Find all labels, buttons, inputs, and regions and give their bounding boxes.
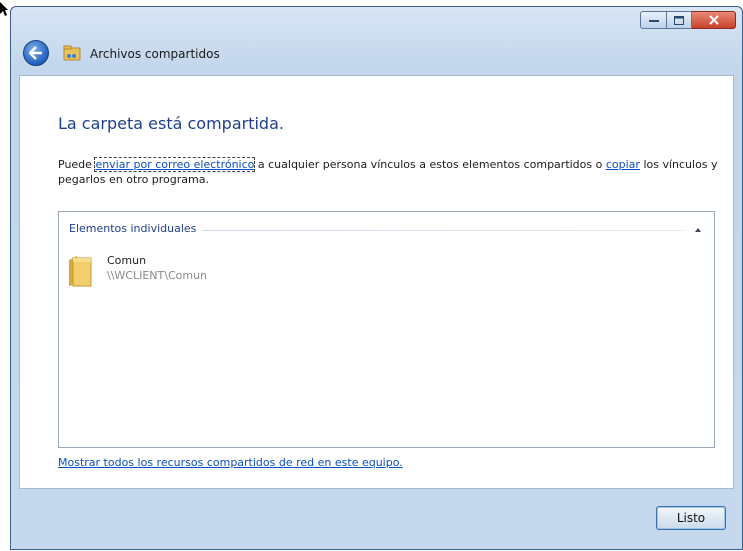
shared-folder-icon <box>63 45 81 61</box>
minimize-icon <box>648 20 659 22</box>
navigation-bar: Archivos compartidos <box>11 35 742 73</box>
back-arrow-icon <box>29 46 42 60</box>
maximize-button[interactable] <box>667 11 692 29</box>
back-button[interactable] <box>23 40 49 66</box>
close-button[interactable] <box>692 11 736 29</box>
done-button[interactable]: Listo <box>656 506 726 530</box>
show-all-shares-link[interactable]: Mostrar todos los recursos compartidos d… <box>58 456 403 469</box>
item-path: \\WCLIENT\Comun <box>107 269 208 282</box>
title-bar[interactable] <box>11 7 742 35</box>
email-link[interactable]: enviar por correo electrónico <box>94 157 256 172</box>
item-name: Comun <box>107 254 147 267</box>
group-label: Elementos individuales <box>69 222 203 235</box>
folder-icon <box>69 256 92 287</box>
mouse-cursor-icon <box>0 2 8 16</box>
list-item[interactable]: Comun \\WCLIENT\Comun <box>67 252 367 292</box>
shared-items-list: Elementos individuales Comun \\WCLIENT\C… <box>58 211 715 448</box>
close-icon <box>708 15 719 25</box>
desc-part-2: a cualquier persona vínculos a estos ele… <box>254 158 606 171</box>
desc-part-1: Puede <box>58 158 96 171</box>
chevron-up-icon[interactable] <box>692 224 704 236</box>
footer-bar: Listo <box>11 487 742 551</box>
description-text: Puede enviar por correo electrónico a cu… <box>58 157 728 187</box>
maximize-icon <box>674 15 684 25</box>
shared-files-window: Archivos compartidos La carpeta está com… <box>10 6 743 550</box>
minimize-button[interactable] <box>640 11 667 29</box>
group-header[interactable]: Elementos individuales <box>69 222 704 238</box>
content-panel: La carpeta está compartida. Puede enviar… <box>19 75 734 489</box>
window-controls <box>640 11 736 31</box>
copy-link[interactable]: copiar <box>606 158 640 171</box>
page-heading: La carpeta está compartida. <box>58 114 284 133</box>
window-title: Archivos compartidos <box>90 47 220 61</box>
